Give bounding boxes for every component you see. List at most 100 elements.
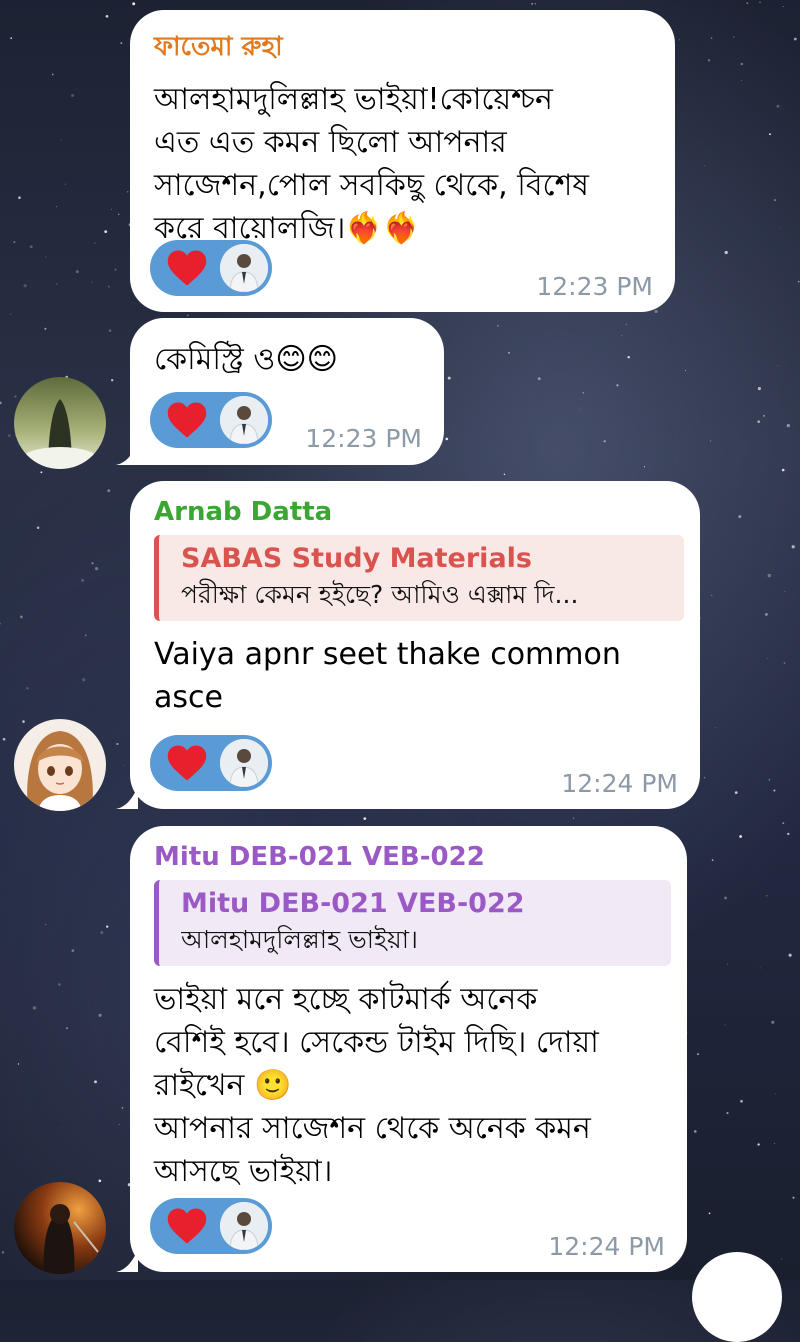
star bbox=[773, 1142, 776, 1145]
star bbox=[579, 409, 581, 410]
star bbox=[771, 1020, 775, 1024]
reply-quote[interactable]: Mitu DEB-021 VEB-022 আলহামদুলিল্লাহ ভাইয… bbox=[154, 880, 671, 966]
star bbox=[694, 1130, 697, 1133]
star bbox=[116, 742, 119, 746]
star bbox=[91, 562, 94, 565]
message-bubble[interactable]: ফাতেমা রুহা আলহামদুলিল্লাহ ভাইয়া!কোয়েশ… bbox=[130, 10, 675, 312]
avatar-image bbox=[14, 1182, 106, 1274]
star bbox=[40, 471, 43, 474]
message-text: আলহামদুলিল্লাহ ভাইয়া!কোয়েশ্চন এত এত কম… bbox=[154, 82, 589, 246]
user-avatar[interactable] bbox=[14, 377, 106, 469]
reply-quote[interactable]: SABAS Study Materials পরীক্ষা কেমন হইছে?… bbox=[154, 535, 684, 621]
star bbox=[711, 859, 714, 861]
reactor-avatar bbox=[220, 739, 268, 787]
reply-sender-name: Mitu DEB-021 VEB-022 bbox=[181, 888, 525, 919]
star bbox=[708, 1212, 711, 1215]
star bbox=[98, 1179, 102, 1183]
star bbox=[363, 817, 367, 820]
star bbox=[14, 395, 17, 398]
star bbox=[759, 967, 761, 969]
reaction-chip[interactable] bbox=[150, 735, 272, 791]
star bbox=[71, 949, 75, 952]
star bbox=[739, 835, 742, 838]
reaction-chip[interactable] bbox=[150, 392, 272, 448]
star bbox=[22, 720, 25, 723]
star bbox=[603, 440, 606, 443]
star bbox=[508, 351, 510, 354]
star bbox=[726, 963, 728, 965]
star bbox=[19, 615, 23, 619]
star bbox=[710, 37, 713, 39]
star bbox=[503, 473, 506, 476]
star bbox=[91, 281, 93, 283]
reaction-chip[interactable] bbox=[150, 240, 272, 296]
star bbox=[447, 376, 451, 380]
heart-icon bbox=[167, 402, 207, 438]
star bbox=[94, 566, 99, 571]
star bbox=[791, 545, 795, 549]
bubble-tail bbox=[116, 443, 138, 465]
star bbox=[759, 1, 761, 4]
star bbox=[132, 2, 136, 6]
person-icon bbox=[220, 739, 268, 787]
star bbox=[123, 765, 125, 767]
star bbox=[643, 466, 645, 468]
star bbox=[734, 791, 738, 795]
sender-name[interactable]: ফাতেমা রুহা bbox=[154, 26, 651, 70]
star bbox=[792, 1196, 795, 1199]
star bbox=[625, 323, 627, 325]
star bbox=[58, 983, 61, 986]
avatar-image bbox=[14, 377, 106, 469]
star bbox=[13, 241, 16, 244]
star bbox=[84, 634, 87, 637]
star bbox=[714, 727, 716, 729]
star bbox=[60, 139, 62, 141]
star bbox=[534, 3, 536, 5]
star bbox=[783, 662, 786, 664]
message-text: কেমিস্ট্রি ও😊😊 bbox=[154, 342, 338, 377]
star bbox=[120, 42, 123, 45]
star bbox=[779, 227, 781, 228]
star bbox=[531, 2, 534, 5]
star bbox=[740, 1099, 743, 1103]
star bbox=[75, 270, 79, 274]
star bbox=[757, 1143, 760, 1146]
user-avatar[interactable] bbox=[14, 1182, 106, 1274]
star bbox=[118, 1124, 120, 1126]
bubble-tail bbox=[116, 787, 138, 809]
star bbox=[781, 468, 785, 472]
sender-name[interactable]: Mitu DEB-021 VEB-022 bbox=[154, 842, 663, 872]
star bbox=[775, 1093, 776, 1095]
star bbox=[766, 895, 768, 897]
star bbox=[687, 1032, 689, 1033]
star bbox=[8, 434, 11, 437]
star bbox=[82, 678, 86, 682]
star bbox=[100, 931, 104, 934]
reactor-avatar bbox=[220, 1202, 268, 1250]
star bbox=[10, 37, 13, 40]
user-avatar[interactable] bbox=[14, 719, 106, 811]
star bbox=[126, 190, 129, 193]
star bbox=[773, 199, 777, 202]
star bbox=[786, 424, 790, 428]
star bbox=[781, 1258, 783, 1260]
sender-name[interactable]: Arnab Datta bbox=[154, 497, 676, 527]
scroll-down-button[interactable] bbox=[692, 1252, 782, 1342]
reaction-chip[interactable] bbox=[150, 1198, 272, 1254]
star bbox=[757, 420, 760, 423]
star bbox=[5, 247, 7, 249]
star bbox=[621, 335, 623, 336]
message-text: Vaiya apnr seet thake common asce bbox=[154, 637, 621, 715]
message-bubble[interactable]: Mitu DEB-021 VEB-022 Mitu DEB-021 VEB-02… bbox=[116, 826, 687, 1272]
avatar-image bbox=[14, 719, 106, 811]
star bbox=[121, 1106, 124, 1109]
star bbox=[111, 379, 114, 382]
reply-text: পরীক্ষা কেমন হইছে? আমিও এক্সাম দি... bbox=[181, 580, 579, 609]
star bbox=[1, 1251, 5, 1254]
message-bubble[interactable]: Arnab Datta SABAS Study Materials পরীক্ষ… bbox=[116, 481, 700, 809]
star bbox=[767, 573, 771, 578]
star bbox=[23, 284, 27, 288]
star bbox=[776, 104, 780, 108]
star bbox=[445, 437, 449, 441]
message-bubble[interactable]: কেমিস্ট্রি ও😊😊 12:23 PM bbox=[116, 318, 444, 465]
